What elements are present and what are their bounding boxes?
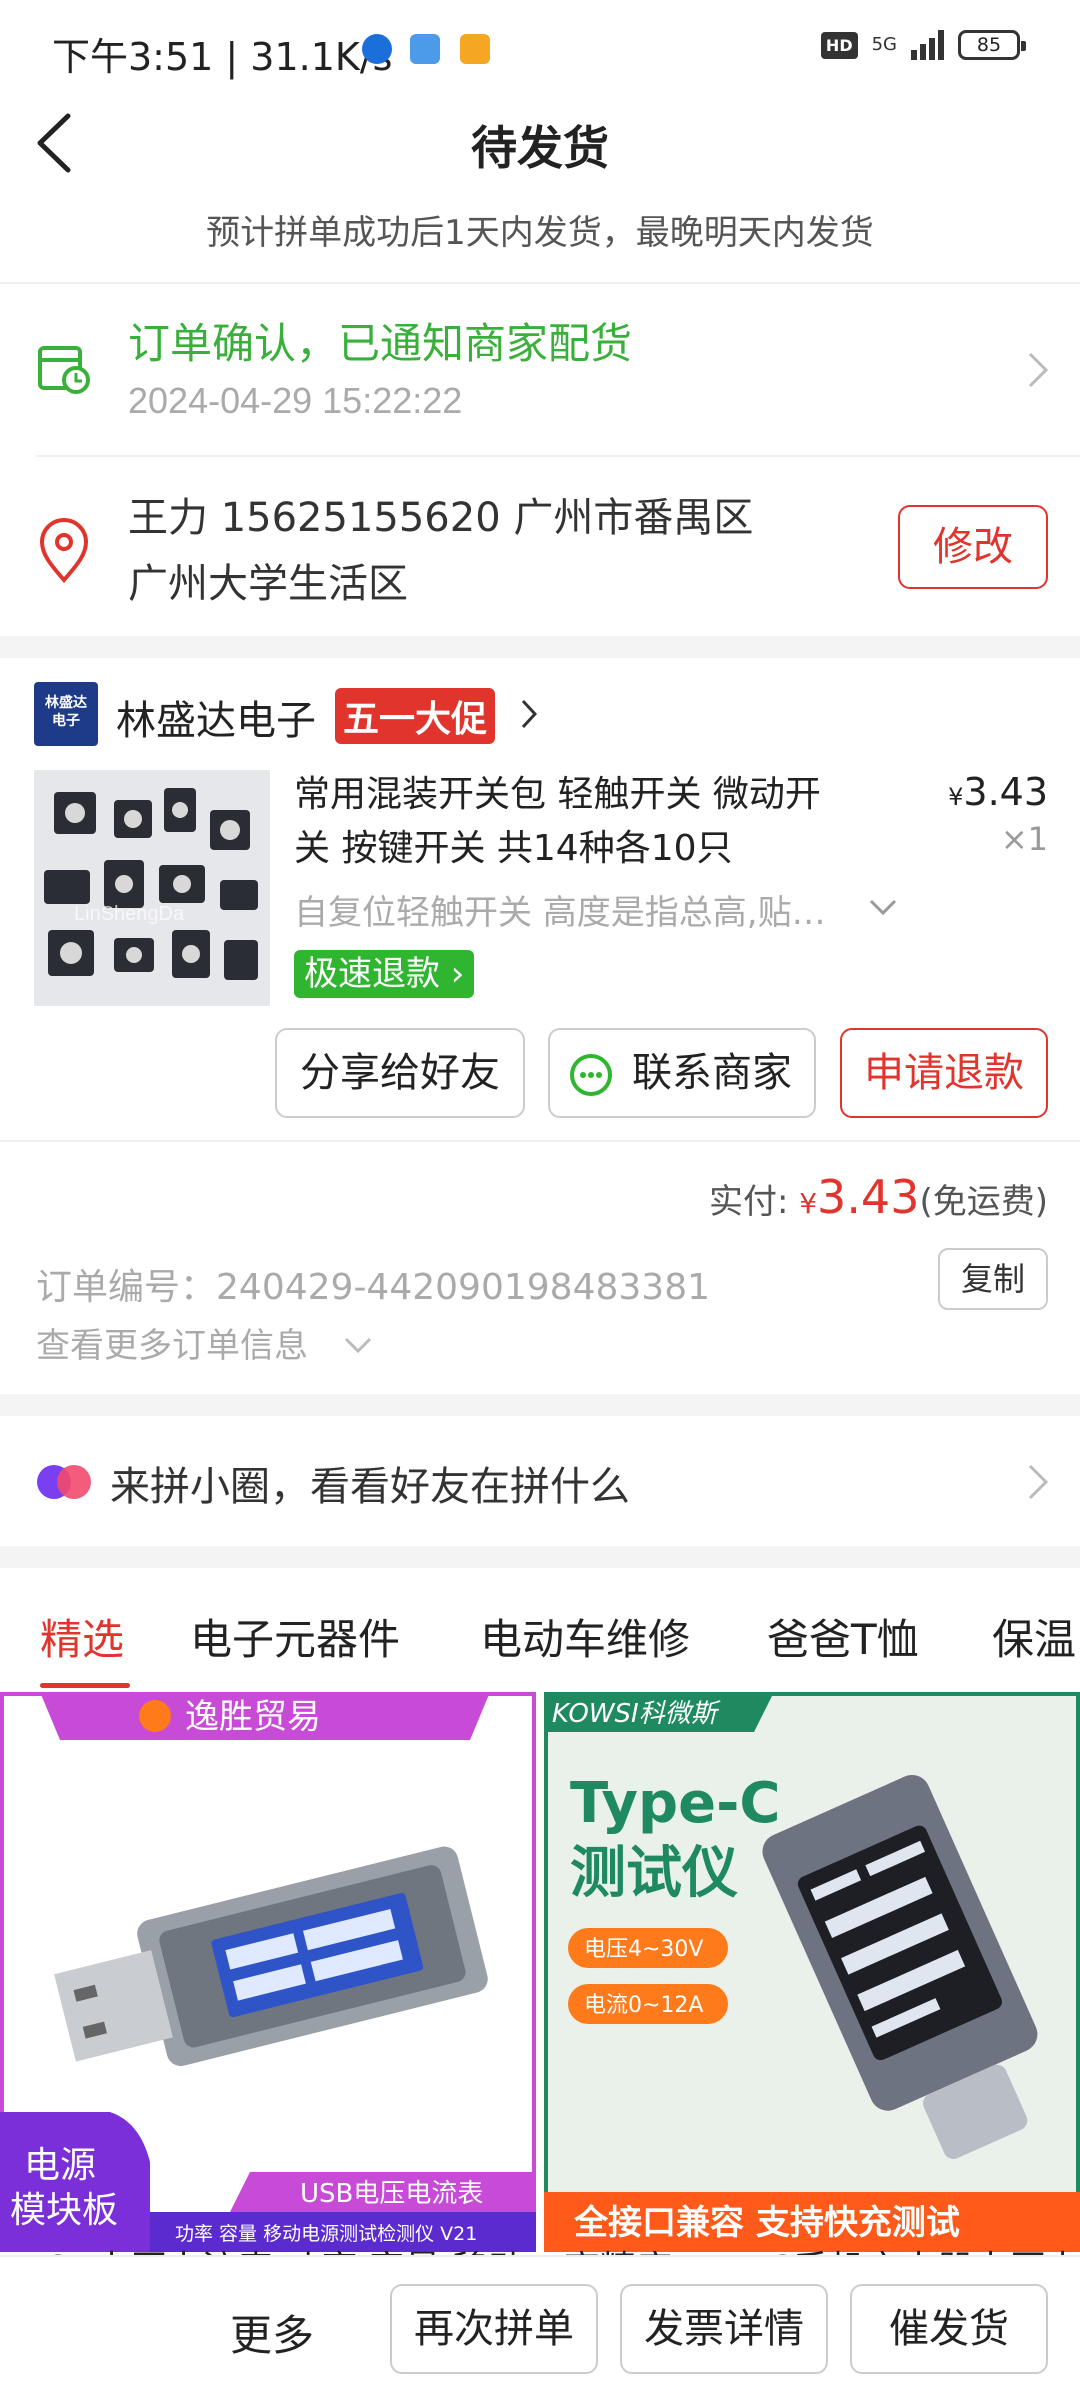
paid-amount: 实付: ¥3.43(免运费)	[708, 1170, 1048, 1224]
card-footer: 全接口兼容 支持快充测试	[573, 2203, 960, 2243]
card-brand: 逸胜贸易	[185, 1697, 321, 1737]
request-refund-button[interactable]: 申请退款	[840, 1028, 1048, 1118]
status-right: HD 5G 85	[820, 30, 1026, 60]
divider	[0, 1140, 1080, 1142]
network-type: 5G	[871, 34, 897, 55]
battery-icon: 85	[958, 30, 1026, 60]
invoice-details-button[interactable]: 发票详情	[620, 2284, 828, 2374]
friend-circle-row[interactable]: 来拼小圈，看看好友在拼什么	[0, 1416, 1080, 1546]
card-corner-line-1: 电源	[24, 2145, 96, 2186]
card-ribbon: USB电压电流表	[300, 2179, 483, 2209]
promo-badge: 五一大促	[335, 688, 496, 744]
delivery-estimate: 预计拼单成功后1天内发货，最晚明天内发货	[206, 213, 874, 253]
product-quantity: ×1	[1000, 820, 1048, 858]
card-pill-1: 电压4~30V	[584, 1937, 703, 1962]
chevron-right-icon[interactable]	[520, 698, 538, 730]
recommend-card-usb-meter[interactable]: 逸胜贸易 电源 模块板 USB电压电流表 功率 容量 移动电源测试检测仪 V21	[0, 1692, 536, 2252]
shipping-address: 王力 15625155620 广州市番禺区 广州大学生活区	[128, 485, 828, 617]
order-status-title: 订单确认，已通知商家配货	[128, 319, 633, 368]
notes-notification-icon	[460, 34, 490, 64]
app-notification-icon	[362, 34, 392, 64]
card-brand: KOWSI科微斯	[552, 1699, 721, 1729]
tab-dad-tshirt[interactable]: 爸爸T恤	[767, 1606, 919, 1667]
active-tab-indicator	[40, 1683, 130, 1688]
card-headline-2: 测试仪	[570, 1841, 738, 1906]
chevron-right-icon	[1028, 352, 1049, 388]
address-line-1: 王力 15625155620 广州市番禺区	[128, 495, 754, 541]
product-image: KOWSI科微斯 Type-C 测试仪 电压4~30V 电流0~12A 全接口兼…	[544, 1692, 1080, 2252]
shop-name[interactable]: 林盛达电子	[116, 688, 316, 746]
more-actions-button[interactable]: 更多	[230, 2302, 314, 2363]
truck-clock-icon	[38, 346, 90, 394]
product-title[interactable]: 常用混装开关包 轻触开关 微动开 关 按键开关 共14种各10只	[294, 768, 894, 876]
card-pill-2: 电流0~12A	[584, 1993, 703, 2018]
edit-address-button[interactable]: 修改	[898, 505, 1048, 589]
status-time: 下午3:51 | 31.1K/s	[52, 35, 393, 79]
tab-thermal[interactable]: 保温	[992, 1606, 1076, 1667]
hd-icon: HD	[820, 31, 858, 59]
tab-electronic-components[interactable]: 电子元器件	[190, 1606, 400, 1667]
product-price: ¥3.43	[948, 770, 1048, 814]
maps-notification-icon	[410, 34, 440, 64]
share-button[interactable]: 分享给好友	[275, 1028, 525, 1118]
divider	[36, 455, 1080, 457]
product-spec[interactable]: 自复位轻触开关 高度是指总高,贴…	[294, 885, 854, 934]
page-title: 待发货	[471, 121, 609, 175]
tab-featured[interactable]: 精选	[40, 1606, 124, 1667]
friend-circle-text: 来拼小圈，看看好友在拼什么	[110, 1464, 630, 1510]
order-number: 订单编号：240429-442090198483381	[36, 1267, 710, 1308]
chevron-down-icon[interactable]	[343, 1335, 373, 1355]
chevron-down-icon[interactable]	[868, 897, 898, 917]
order-status-time: 2024-04-29 15:22:22	[128, 380, 463, 421]
product-image[interactable]: LinShengDa	[34, 770, 270, 1006]
signal-icon	[911, 30, 944, 60]
order-status-row[interactable]: 订单确认，已通知商家配货 2024-04-29 15:22:22	[0, 284, 1080, 454]
section-gap	[0, 1546, 1080, 1568]
recommend-card-typec-tester[interactable]: KOWSI科微斯 Type-C 测试仪 电压4~30V 电流0~12A 全接口兼…	[544, 1692, 1080, 2252]
watermark-text: LinShengDa	[74, 903, 185, 925]
urge-shipping-button[interactable]: 催发货	[850, 2284, 1048, 2374]
contact-seller-button[interactable]: 联系商家	[548, 1028, 816, 1118]
chat-icon	[570, 1054, 612, 1096]
product-image: 逸胜贸易 电源 模块板 USB电压电流表 功率 容量 移动电源测试检测仪 V21	[0, 1692, 536, 2252]
section-gap	[0, 1394, 1080, 1416]
fast-refund-badge: 极速退款 ›	[294, 950, 475, 998]
copy-order-number-button[interactable]: 复制	[938, 1248, 1048, 1310]
card-corner-line-2: 模块板	[10, 2190, 118, 2231]
location-pin-icon	[39, 518, 89, 584]
more-order-info-link[interactable]: 查看更多订单信息	[36, 1318, 308, 1367]
shop-logo[interactable]: 林盛达 电子	[34, 682, 98, 746]
friend-circle-icon	[37, 1465, 91, 1499]
tab-ebike-repair[interactable]: 电动车维修	[480, 1606, 690, 1667]
card-headline-1: Type-C	[570, 1771, 780, 1836]
chevron-right-icon	[1028, 1464, 1049, 1500]
section-gap	[0, 636, 1080, 658]
regroup-button[interactable]: 再次拼单	[390, 2284, 598, 2374]
status-bar: 下午3:51 | 31.1K/s HD 5G 85	[0, 0, 1080, 96]
address-line-2: 广州大学生活区	[128, 561, 408, 607]
